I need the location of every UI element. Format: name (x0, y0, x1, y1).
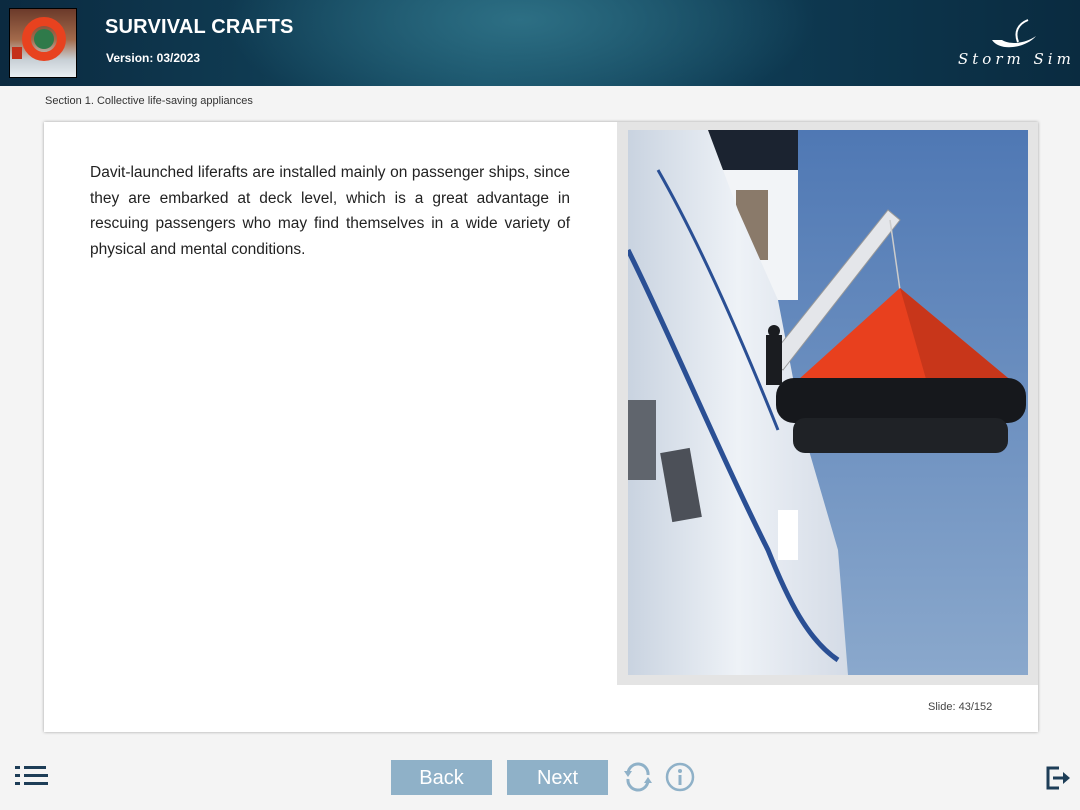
image-panel (617, 122, 1038, 685)
brand-name: Storm Sim (958, 50, 1075, 68)
list-icon[interactable] (15, 766, 48, 788)
lifebuoy-icon (22, 17, 66, 61)
course-thumbnail (9, 8, 77, 78)
exit-icon[interactable] (1045, 766, 1071, 790)
slide-label: Slide: (928, 701, 956, 713)
liferaft-photo (628, 130, 1028, 675)
thumbnail-box (12, 47, 22, 59)
reload-icon[interactable] (622, 761, 654, 793)
list-bullet (15, 782, 20, 785)
brand-logo-icon (992, 19, 1036, 48)
course-title: SURVIVAL CRAFTS (105, 16, 294, 38)
course-version: Version: 03/2023 (106, 51, 201, 65)
back-button[interactable]: Back (391, 760, 492, 795)
list-bullet (15, 774, 20, 777)
slide-card: Davit-launched liferafts are installed m… (44, 122, 1038, 732)
next-button[interactable]: Next (507, 760, 608, 795)
section-title: Section 1. Collective life-saving applia… (45, 95, 253, 107)
list-bullet (15, 766, 20, 769)
info-icon[interactable] (664, 761, 696, 793)
slide-number: 43/152 (958, 701, 993, 713)
list-line (24, 774, 48, 777)
list-line (24, 766, 46, 769)
list-line (24, 782, 48, 785)
slide-counter: Slide: 43/152 (928, 701, 992, 713)
slide-paragraph: Davit-launched liferafts are installed m… (90, 164, 570, 258)
app-header: SURVIVAL CRAFTS Version: 03/2023 Storm S… (0, 0, 1080, 86)
